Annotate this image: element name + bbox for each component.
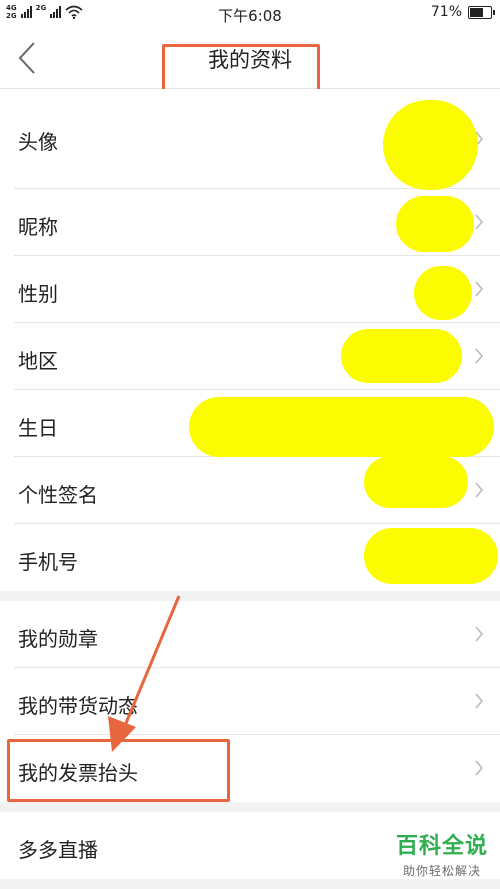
invoice-highlight-box [7,739,230,802]
row-label: 多多直播 [18,838,98,862]
row-label: 头像 [18,130,58,154]
row-label: 生日 [18,416,58,440]
chevron-right-icon [474,626,484,642]
redaction-mark [383,100,478,190]
chevron-right-icon [474,482,484,498]
redaction-mark [189,397,494,457]
row-label: 地区 [18,349,58,373]
battery-icon [468,5,495,19]
chevron-right-icon [474,760,484,776]
watermark-title: 百科全说 [395,834,488,859]
redaction-mark [341,329,462,383]
battery-percent: 71% [430,4,462,20]
chevron-right-icon [474,214,484,230]
status-bar: 4G 2G 2G 下午6:08 71% [0,0,500,28]
row-sales-activity[interactable]: 我的带货动态 [0,668,500,735]
battery-fill [470,7,483,17]
chevron-right-icon [474,693,484,709]
row-label: 昵称 [18,215,58,239]
battery-status: 71% [430,4,495,20]
chevron-right-icon [474,348,484,364]
redaction-mark [396,196,474,252]
row-label: 性别 [18,282,58,306]
row-medals[interactable]: 我的勋章 [0,601,500,668]
redaction-mark [364,528,498,584]
redaction-mark [364,456,468,508]
chevron-right-icon [474,281,484,297]
watermark-subtitle: 助你轻松解决 [402,864,481,878]
row-label: 我的带货动态 [18,694,138,718]
row-label: 我的勋章 [18,627,98,651]
watermark: 百科全说 助你轻松解决 [396,828,488,879]
row-label: 手机号 [18,550,78,574]
redaction-mark [414,266,472,320]
clock: 下午6:08 [218,7,282,25]
row-label: 个性签名 [18,483,98,507]
